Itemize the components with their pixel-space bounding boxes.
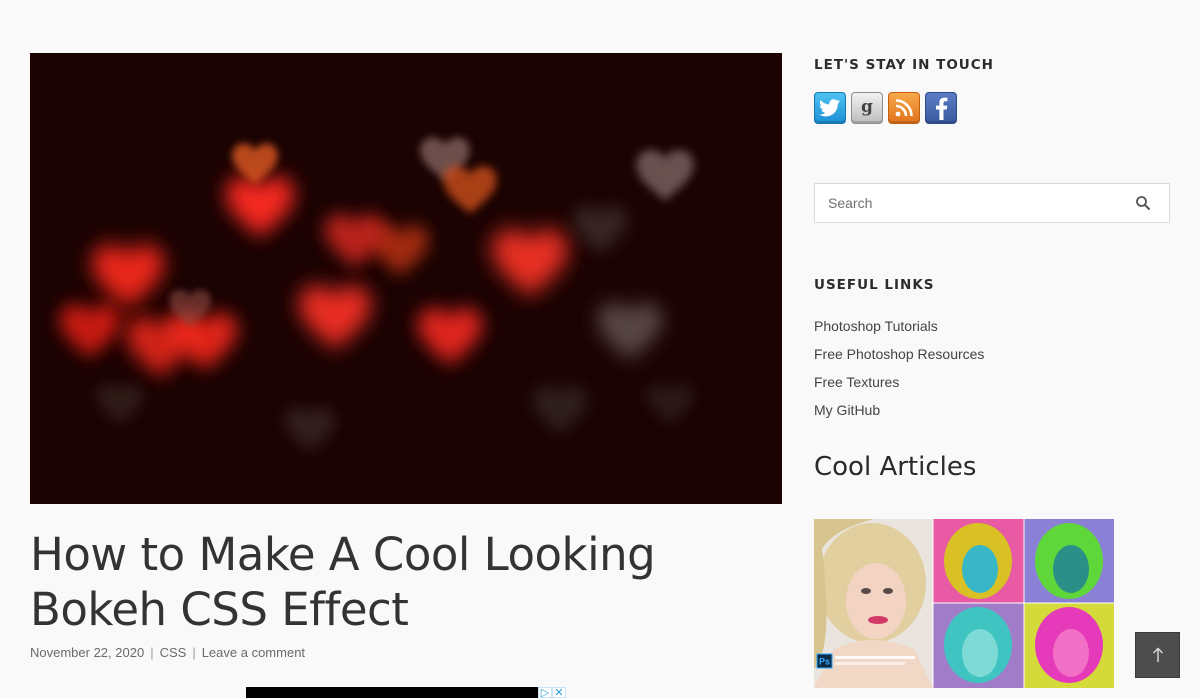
post-date[interactable]: November 22, 2020 [30,645,144,660]
useful-links-list: Photoshop Tutorials Free Photoshop Resou… [814,315,984,427]
rss-icon [895,99,913,117]
back-to-top-button[interactable] [1135,632,1180,678]
post-meta: November 22, 2020 | CSS | Leave a comment [30,645,305,660]
cool-articles-title: Cool Articles [814,452,977,482]
ad-banner[interactable]: ▷ ✕ [246,687,566,698]
featured-image-bokeh-hearts[interactable] [30,53,782,504]
list-item: Free Photoshop Resources [814,343,984,371]
list-item: Free Textures [814,371,984,399]
search-icon[interactable] [1135,195,1151,211]
facebook-button[interactable] [925,92,957,124]
facebook-icon [936,97,948,120]
cool-article-thumbnail[interactable]: Ps [814,519,1114,688]
link-photoshop-tutorials[interactable]: Photoshop Tutorials [814,318,938,334]
meta-separator: | [150,645,154,660]
link-free-textures[interactable]: Free Textures [814,374,899,390]
ad-choices-icon[interactable]: ▷ [538,687,552,698]
arrow-up-icon [1152,647,1163,662]
link-free-photoshop-resources[interactable]: Free Photoshop Resources [814,346,984,362]
social-links: g [814,92,957,124]
search-form [814,183,1170,223]
rss-button[interactable] [888,92,920,124]
post-category-link[interactable]: CSS [160,645,187,660]
ad-controls: ▷ ✕ [538,687,566,698]
ad-close-icon[interactable]: ✕ [552,687,566,698]
post-title: How to Make A Cool Looking Bokeh CSS Eff… [30,528,656,636]
svg-text:g: g [861,97,873,117]
twitter-button[interactable] [814,92,846,124]
list-item: Photoshop Tutorials [814,315,984,343]
page: How to Make A Cool Looking Bokeh CSS Eff… [0,0,1200,698]
list-item: My GitHub [814,399,984,427]
leave-comment-link[interactable]: Leave a comment [202,645,305,660]
goodreads-icon: g [861,97,873,117]
search-input[interactable] [815,184,1125,222]
link-my-github[interactable]: My GitHub [814,402,880,418]
meta-separator: | [192,645,196,660]
twitter-icon [819,99,840,117]
pop-art-portrait-image: Ps [814,519,1114,688]
goodreads-button[interactable]: g [851,92,883,124]
stay-in-touch-title: LET'S STAY IN TOUCH [814,57,994,73]
useful-links-title: USEFUL LINKS [814,277,935,293]
bokeh-hearts-graphic [30,53,782,504]
photoshop-logo: Ps [819,657,830,667]
